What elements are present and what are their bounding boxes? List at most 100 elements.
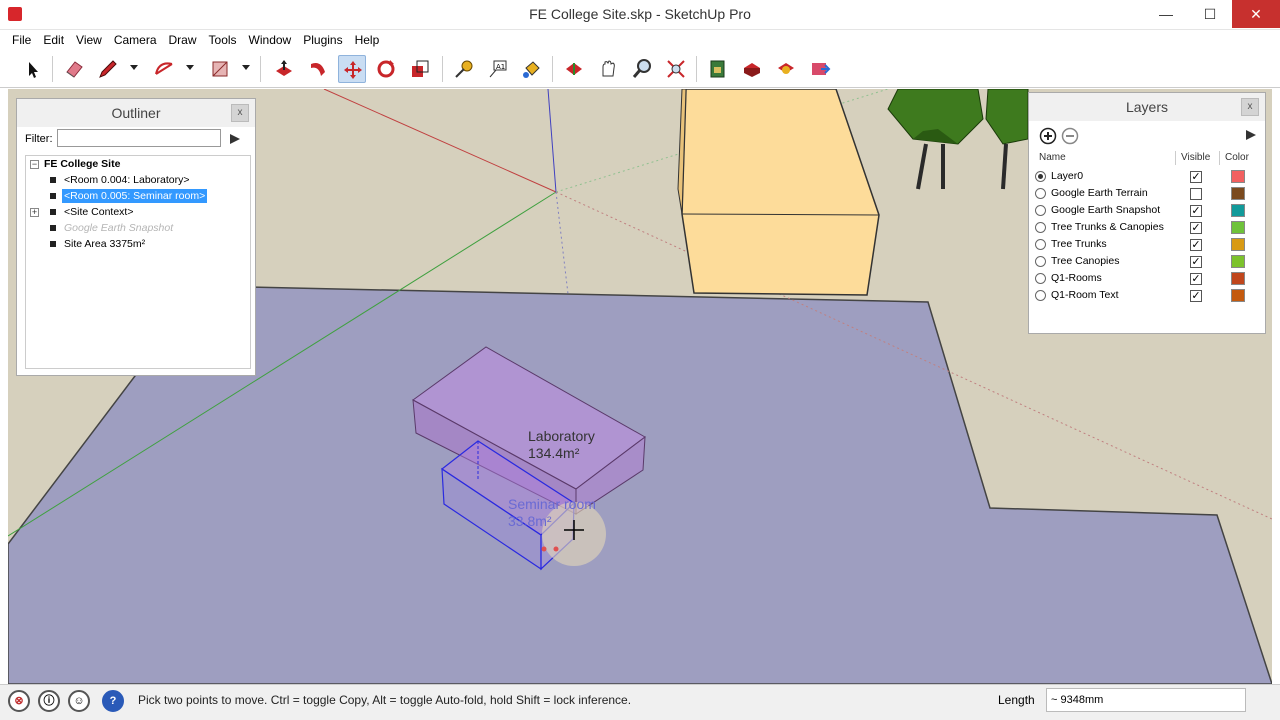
current-layer-radio[interactable] xyxy=(1035,188,1046,199)
menu-camera[interactable]: Camera xyxy=(108,30,163,50)
layer-color-swatch[interactable] xyxy=(1231,272,1245,285)
user-icon[interactable]: ☺ xyxy=(68,690,90,712)
zoom-tool-icon[interactable] xyxy=(628,55,656,83)
layer-name[interactable]: Q1-Room Text xyxy=(1051,287,1119,304)
layer-color-swatch[interactable] xyxy=(1231,187,1245,200)
tree-item-google-earth-snapshot[interactable]: Google Earth Snapshot xyxy=(64,221,173,235)
add-location-tool-icon[interactable] xyxy=(704,55,732,83)
layers-details-icon[interactable] xyxy=(1243,127,1259,143)
layer-name[interactable]: Google Earth Snapshot xyxy=(1051,202,1160,219)
tree-item-seminar-room[interactable]: <Room 0.005: Seminar room> xyxy=(62,189,208,203)
outliner-close-icon[interactable]: x xyxy=(231,104,249,122)
follow-me-tool-icon[interactable] xyxy=(304,55,332,83)
outliner-header: Outliner x xyxy=(17,99,255,127)
current-layer-radio[interactable] xyxy=(1035,205,1046,216)
layer-visible-checkbox[interactable]: ✓ xyxy=(1190,273,1202,285)
tree-item-site-context[interactable]: <Site Context> xyxy=(64,205,133,219)
current-layer-radio[interactable] xyxy=(1035,222,1046,233)
maximize-button[interactable]: ☐ xyxy=(1188,0,1232,28)
menu-draw[interactable]: Draw xyxy=(163,30,203,50)
layer-row[interactable]: Q1-Room Text ✓ xyxy=(1035,287,1261,304)
extension-warehouse-tool-icon[interactable] xyxy=(806,55,834,83)
layer-row[interactable]: Layer0 ✓ xyxy=(1035,168,1261,185)
col-color[interactable]: Color xyxy=(1219,151,1249,165)
layer-color-swatch[interactable] xyxy=(1231,221,1245,234)
layer-color-swatch[interactable] xyxy=(1231,255,1245,268)
rectangle-tool-icon[interactable] xyxy=(206,55,234,83)
rotate-tool-icon[interactable] xyxy=(372,55,400,83)
layer-name[interactable]: Tree Trunks xyxy=(1051,236,1107,253)
layer-name[interactable]: Layer0 xyxy=(1051,168,1083,185)
group-icon xyxy=(50,225,56,231)
scale-tool-icon[interactable] xyxy=(406,55,434,83)
layer-visible-checkbox[interactable]: ✓ xyxy=(1190,205,1202,217)
blue-axis xyxy=(547,89,557,193)
menu-help[interactable]: Help xyxy=(349,30,386,50)
geo-location-icon[interactable]: ⊗ xyxy=(8,690,30,712)
layers-close-icon[interactable]: x xyxy=(1241,98,1259,116)
site-context-expand-icon[interactable]: + xyxy=(30,208,39,217)
layer-visible-checkbox[interactable]: ✓ xyxy=(1190,256,1202,268)
current-layer-radio[interactable] xyxy=(1035,290,1046,301)
arc-dropdown-icon[interactable] xyxy=(186,65,194,70)
close-button[interactable]: ✕ xyxy=(1232,0,1280,28)
layer-visible-checkbox[interactable]: ✓ xyxy=(1190,222,1202,234)
menu-window[interactable]: Window xyxy=(243,30,298,50)
layer-visible-checkbox[interactable]: ✓ xyxy=(1190,290,1202,302)
current-layer-radio[interactable] xyxy=(1035,256,1046,267)
paint-bucket-tool-icon[interactable] xyxy=(518,55,546,83)
layer-row[interactable]: Google Earth Terrain xyxy=(1035,185,1261,202)
minimize-button[interactable]: — xyxy=(1144,0,1188,28)
menu-tools[interactable]: Tools xyxy=(203,30,243,50)
outliner-filter-input[interactable] xyxy=(57,129,221,147)
zoom-extents-tool-icon[interactable] xyxy=(662,55,690,83)
move-tool-icon[interactable] xyxy=(338,55,366,83)
tape-measure-tool-icon[interactable] xyxy=(450,55,478,83)
text-tool-icon[interactable]: A1 xyxy=(484,55,512,83)
outliner-details-icon[interactable] xyxy=(227,131,243,147)
layer-row[interactable]: Tree Trunks & Canopies ✓ xyxy=(1035,219,1261,236)
layer-visible-checkbox[interactable]: ✓ xyxy=(1190,171,1202,183)
col-name[interactable]: Name xyxy=(1039,151,1066,165)
layer-visible-checkbox[interactable]: ✓ xyxy=(1190,239,1202,251)
col-visible[interactable]: Visible xyxy=(1175,151,1210,165)
root-collapse-icon[interactable]: − xyxy=(30,160,39,169)
pencil-dropdown-icon[interactable] xyxy=(130,65,138,70)
help-icon[interactable]: ? xyxy=(102,690,124,712)
pan-tool-icon[interactable] xyxy=(594,55,622,83)
layer-color-swatch[interactable] xyxy=(1231,204,1245,217)
layer-name[interactable]: Google Earth Terrain xyxy=(1051,185,1148,202)
arc-tool-icon[interactable] xyxy=(150,55,178,83)
layer-row[interactable]: Q1-Rooms ✓ xyxy=(1035,270,1261,287)
menu-file[interactable]: File xyxy=(0,30,37,50)
get-models-tool-icon[interactable] xyxy=(738,55,766,83)
menu-edit[interactable]: Edit xyxy=(37,30,70,50)
tree-item-laboratory[interactable]: <Room 0.004: Laboratory> xyxy=(64,173,190,187)
select-tool-icon[interactable] xyxy=(18,55,46,83)
tree-item-site-area[interactable]: Site Area 3375m² xyxy=(64,237,145,251)
layer-color-swatch[interactable] xyxy=(1231,238,1245,251)
orbit-tool-icon[interactable] xyxy=(560,55,588,83)
rectangle-dropdown-icon[interactable] xyxy=(242,65,250,70)
layer-name[interactable]: Tree Canopies xyxy=(1051,253,1119,270)
push-pull-tool-icon[interactable] xyxy=(270,55,298,83)
eraser-tool-icon[interactable] xyxy=(60,55,88,83)
pencil-tool-icon[interactable] xyxy=(94,55,122,83)
layer-visible-checkbox[interactable] xyxy=(1190,188,1202,200)
layer-color-swatch[interactable] xyxy=(1231,170,1245,183)
measurement-input[interactable]: ~ 9348mm xyxy=(1046,688,1246,712)
current-layer-radio[interactable] xyxy=(1035,239,1046,250)
layer-name[interactable]: Q1-Rooms xyxy=(1051,270,1102,287)
current-layer-radio[interactable] xyxy=(1035,273,1046,284)
layer-color-swatch[interactable] xyxy=(1231,289,1245,302)
layer-row[interactable]: Tree Trunks ✓ xyxy=(1035,236,1261,253)
menu-plugins[interactable]: Plugins xyxy=(297,30,348,50)
layer-name[interactable]: Tree Trunks & Canopies xyxy=(1051,219,1164,236)
credits-icon[interactable]: ⓘ xyxy=(38,690,60,712)
tree-root[interactable]: FE College Site xyxy=(44,157,120,171)
layer-row[interactable]: Tree Canopies ✓ xyxy=(1035,253,1261,270)
menu-view[interactable]: View xyxy=(70,30,108,50)
current-layer-radio[interactable] xyxy=(1035,171,1046,182)
share-model-tool-icon[interactable] xyxy=(772,55,800,83)
layer-row[interactable]: Google Earth Snapshot ✓ xyxy=(1035,202,1261,219)
